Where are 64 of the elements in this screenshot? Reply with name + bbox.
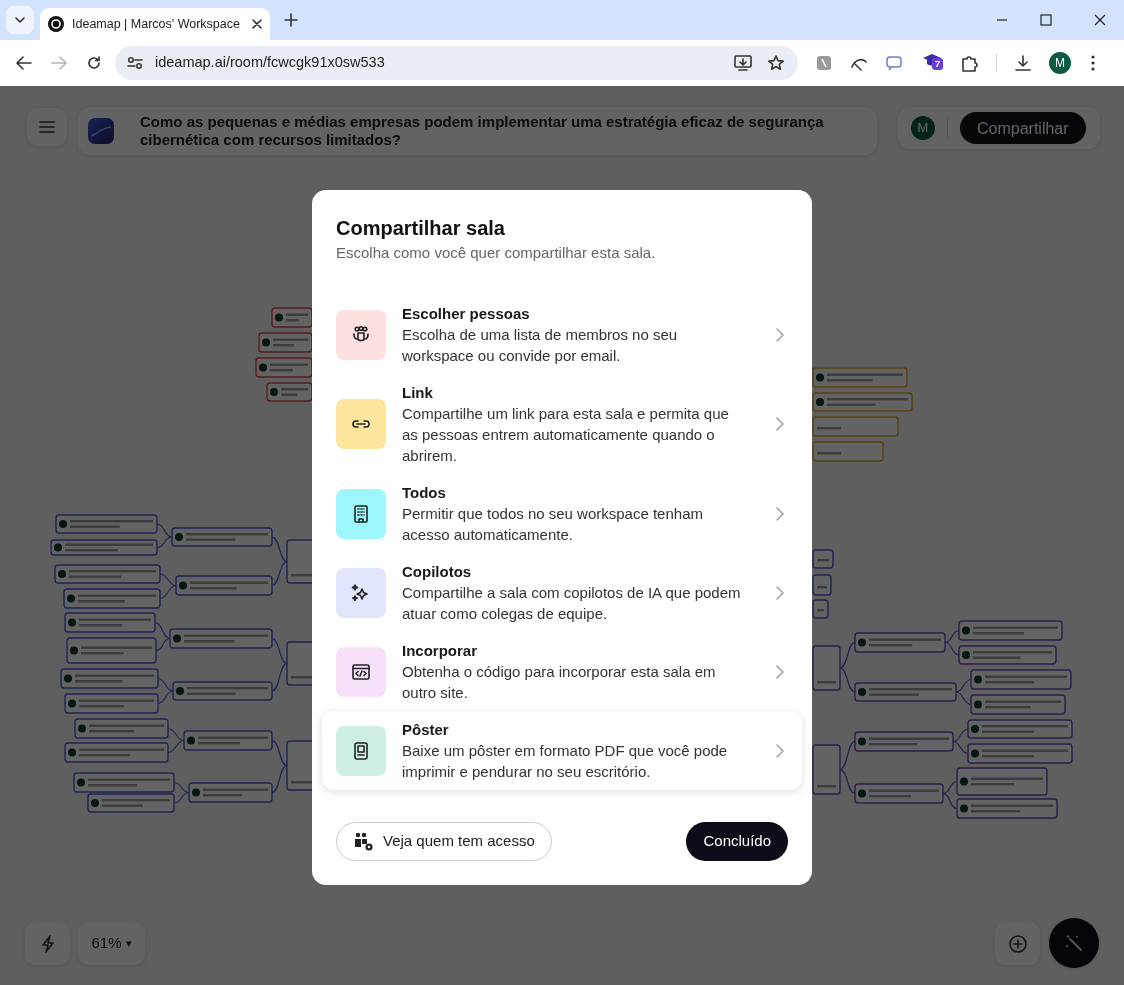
app-logo-icon	[88, 118, 114, 144]
option-description: Obtenha o código para incorporar esta sala em outro site.	[402, 662, 717, 703]
chevron-right-icon	[776, 327, 784, 342]
reload-icon[interactable]	[87, 56, 101, 70]
add-button[interactable]	[995, 922, 1040, 965]
option-description: Compartilhe um link para esta sala e permita que as pessoas entrem automaticamente quando o abrirem.	[402, 404, 730, 466]
site-logo-icon	[48, 16, 64, 32]
share-option[interactable]: Copilotos Compartilhe a sala com copilotos de IA que podem atuar como colegas de equipe.	[322, 553, 802, 632]
option-title: Incorporar	[402, 641, 478, 661]
people-settings-icon	[353, 831, 375, 852]
option-title: Link	[402, 383, 434, 403]
tab-title: Ideamap | Marcos' Workspace	[72, 15, 241, 33]
option-title: Escolher pessoas	[402, 304, 531, 324]
share-option[interactable]: Incorporar Obtenha o código para incorporar esta sala em outro site.	[322, 632, 802, 711]
star-icon[interactable]	[768, 55, 784, 71]
back-icon[interactable]	[16, 56, 32, 70]
maximize-icon[interactable]	[1040, 14, 1052, 26]
site-settings-icon[interactable]	[127, 56, 143, 70]
menu-icon	[39, 121, 55, 133]
lightning-icon	[40, 934, 55, 953]
poster-icon	[351, 740, 371, 761]
caret-icon: ▾	[125, 935, 132, 952]
code-window-icon	[351, 661, 371, 682]
option-description: Permitir que todos no seu workspace tenham acesso automaticamente.	[402, 504, 704, 545]
chevron-right-icon	[776, 743, 784, 758]
dialog-title: Compartilhar sala	[336, 216, 506, 241]
new-tab-icon[interactable]	[284, 13, 298, 27]
zoom-level: 61%	[91, 933, 122, 954]
download-icon[interactable]	[1015, 55, 1031, 71]
profile-avatar[interactable]: M	[1049, 52, 1071, 74]
chevron-down-icon	[15, 17, 25, 23]
option-title: Pôster	[402, 720, 450, 740]
option-description: Compartilhe a sala com copilotos de IA que podem atuar como colegas de equipe.	[402, 583, 742, 624]
share-option[interactable]: Escolher pessoas Escolha de uma lista de membros no seu workspace ou convide por email.	[322, 295, 802, 374]
chevron-right-icon	[776, 585, 784, 600]
dialog-subtitle: Escolha como você quer compartilhar esta sala.	[336, 243, 657, 263]
close-icon[interactable]	[252, 19, 262, 29]
done-button[interactable]: Concluído	[686, 822, 788, 861]
close-icon[interactable]	[1094, 14, 1106, 26]
room-title: Como as pequenas e médias empresas podem implementar uma estratégia eficaz de segurança cibernética com recursos limitados?	[140, 113, 825, 149]
magic-wand-button[interactable]	[1049, 918, 1099, 968]
install-app-icon[interactable]	[734, 55, 752, 71]
sparkles-icon	[351, 582, 371, 603]
quick-action-button[interactable]	[25, 922, 70, 965]
share-option[interactable]: Todos Permitir que todos no seu workspace tenham acesso automaticamente.	[322, 474, 802, 553]
chevron-right-icon	[776, 417, 784, 431]
puzzle-icon[interactable]	[960, 54, 978, 72]
share-option[interactable]: Pôster Baixe um pôster em formato PDF que você pode imprimir e pendurar no seu escritório.	[322, 711, 802, 790]
share-option[interactable]: Link Compartilhe um link para esta sala e permita que as pessoas entrem automaticamente quando o abrirem.	[322, 374, 802, 474]
option-title: Copilotos	[402, 562, 473, 582]
magic-wand-icon	[1065, 934, 1083, 952]
badge-count: 7	[932, 58, 944, 70]
chat-icon[interactable]	[886, 55, 904, 71]
option-title: Todos	[402, 483, 447, 503]
option-description: Escolha de uma lista de membros no seu workspace ou convide por email.	[402, 325, 679, 366]
tab-list-button[interactable]	[6, 6, 34, 34]
menu-button[interactable]	[27, 108, 67, 146]
chevron-right-icon	[776, 664, 784, 679]
chevron-right-icon	[776, 506, 784, 521]
more-menu-icon[interactable]	[1091, 55, 1095, 71]
option-description: Baixe um pôster em formato PDF que você pode imprimir e pendurar no seu escritório.	[402, 741, 729, 782]
plus-circle-icon	[1008, 934, 1027, 953]
building-icon	[351, 503, 371, 524]
browser-tab[interactable]: Ideamap | Marcos' Workspace	[40, 8, 270, 40]
